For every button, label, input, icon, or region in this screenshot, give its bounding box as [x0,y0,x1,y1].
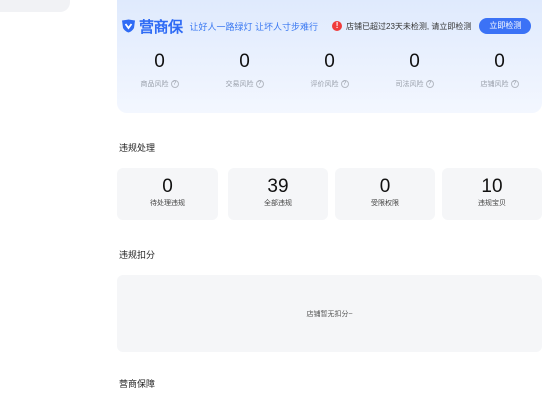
card-pending-violations[interactable]: 0 待处理违规 [117,168,218,220]
card-label: 违规宝贝 [478,200,506,207]
check-now-button[interactable]: 立即检测 [479,18,532,34]
brand-row: 营商保 让好人一路绿灯 让坏人寸步难行 ! 店铺已超过23天未检测, 请立即检测… [117,16,542,36]
deduction-empty-state: 店铺暂无扣分~ [117,275,542,352]
empty-state-text: 店铺暂无扣分~ [306,311,353,318]
deduction-section-title: 违规扣分 [119,250,156,260]
card-value: 0 [379,176,391,197]
metric-label-text: 评价风险 [310,81,339,88]
metric-trade-risk[interactable]: 0 交易风险 ? [202,50,287,89]
metric-label: 司法风险 ? [372,79,457,89]
metric-value: 0 [324,51,335,72]
alert-icon: ! [332,21,343,31]
risk-overview-card: 营商保 让好人一路绿灯 让坏人寸步难行 ! 店铺已超过23天未检测, 请立即检测… [117,0,542,113]
metric-store-risk[interactable]: 0 店铺风险 ? [457,50,542,89]
metric-review-risk[interactable]: 0 评价风险 ? [287,50,372,89]
help-icon[interactable]: ? [255,80,264,88]
warning-text: 店铺已超过23天未检测, 请立即检测 [346,21,472,31]
help-icon[interactable]: ? [510,80,519,88]
metric-legal-risk[interactable]: 0 司法风险 ? [372,50,457,89]
brand-slogan: 让好人一路绿灯 让坏人寸步难行 [189,21,319,32]
detection-warning: ! 店铺已超过23天未检测, 请立即检测 [332,21,471,32]
metric-product-risk[interactable]: 0 商品风险 ? [117,50,202,89]
card-label: 受限权限 [371,200,399,207]
brand-name: 营商保 [139,18,183,36]
shield-icon [122,19,135,33]
metric-label: 商品风险 ? [117,79,202,89]
guarantee-section-title: 营商保障 [119,379,156,389]
metric-label-text: 司法风险 [395,81,424,88]
card-value: 0 [162,176,173,197]
metric-value: 0 [409,51,420,72]
violation-section-title: 违规处理 [119,143,156,153]
metric-value: 0 [154,51,165,72]
card-all-violations[interactable]: 39 全部违规 [228,168,328,220]
help-icon[interactable]: ? [170,80,179,88]
metric-label: 店铺风险 ? [457,79,542,89]
metric-value: 0 [239,51,250,72]
help-icon[interactable]: ? [425,80,434,88]
risk-metrics: 0 商品风险 ? 0 交易风险 ? 0 评价风险 ? 0 司法风险 ? 0 店铺… [117,50,542,89]
card-violating-items[interactable]: 10 违规宝贝 [442,168,542,220]
metric-label-text: 交易风险 [225,81,254,88]
metric-label-text: 商品风险 [140,81,169,88]
card-restricted-permissions[interactable]: 0 受限权限 [335,168,435,220]
metric-label: 交易风险 ? [202,79,287,89]
metric-label: 评价风险 ? [287,79,372,89]
metric-label-text: 店铺风险 [480,81,509,88]
left-tab[interactable] [0,0,70,12]
store-health-page: 营商保 让好人一路绿灯 让坏人寸步难行 ! 店铺已超过23天未检测, 请立即检测… [0,0,550,397]
card-value: 39 [267,176,289,197]
metric-value: 0 [494,51,505,72]
violation-cards: 0 待处理违规 39 全部违规 0 受限权限 10 违规宝贝 [117,168,542,220]
help-icon[interactable]: ? [340,80,349,88]
brand-logo: 营商保 [121,16,183,37]
card-label: 待处理违规 [150,200,185,207]
card-value: 10 [481,176,503,197]
card-label: 全部违规 [264,200,292,207]
